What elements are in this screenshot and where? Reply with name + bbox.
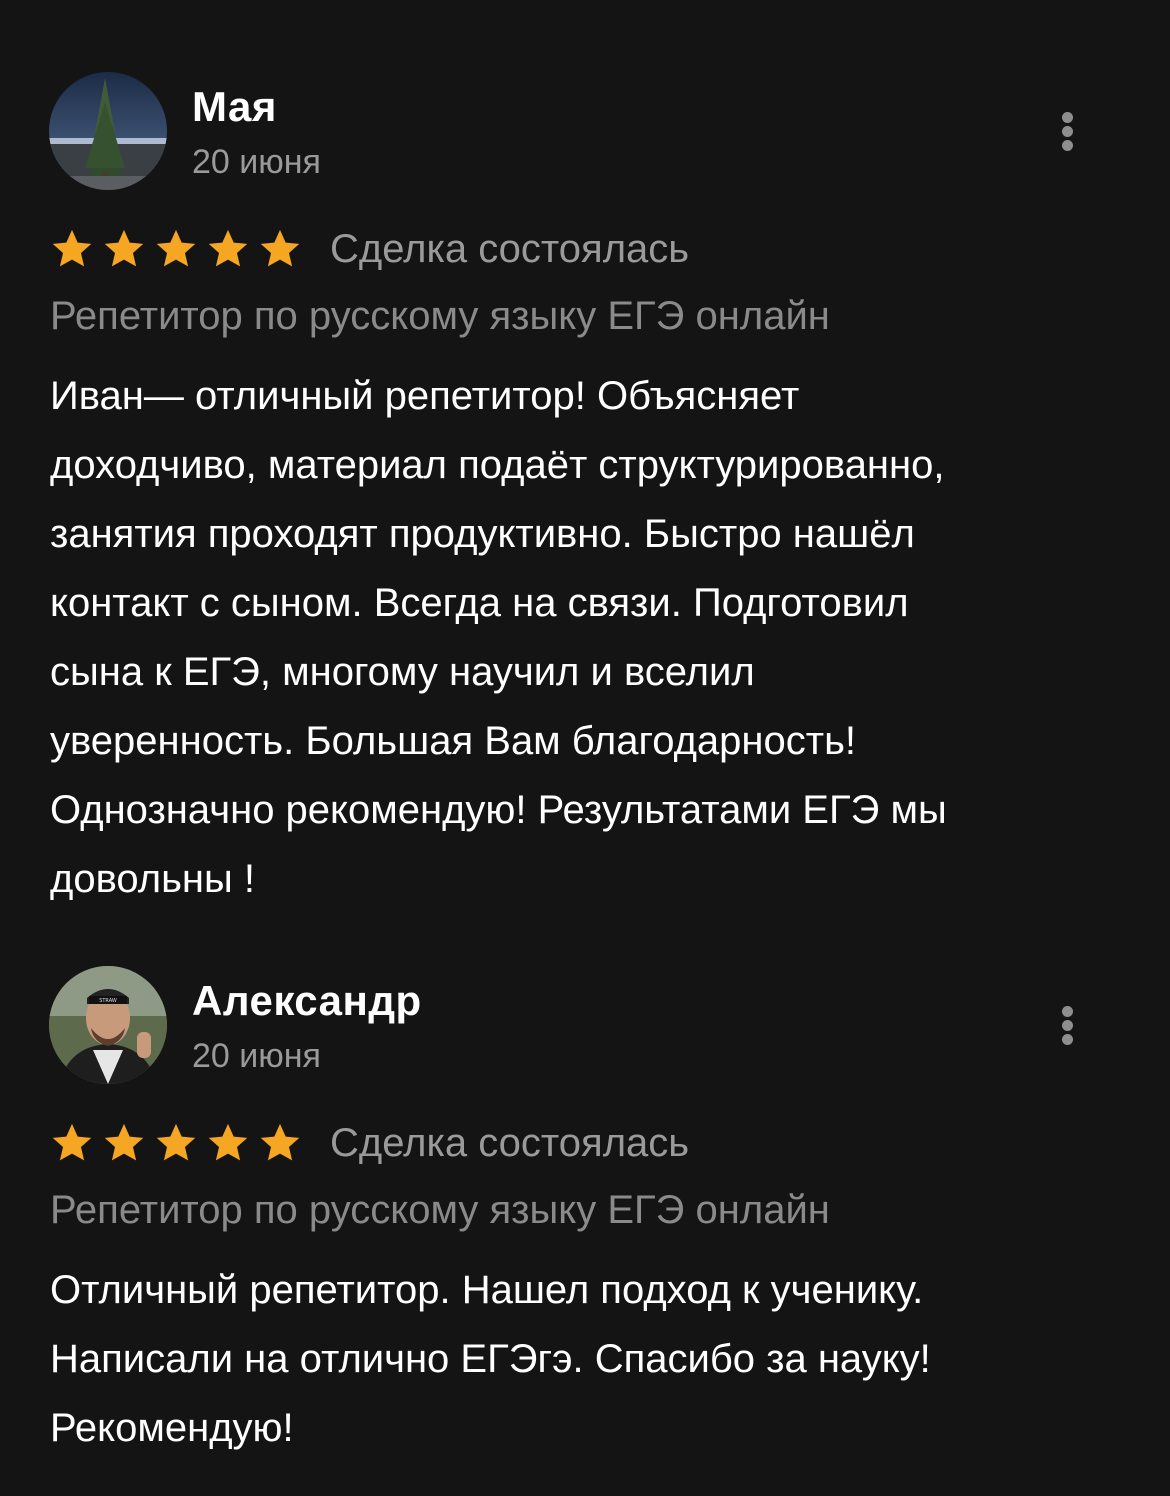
star-icon (52, 1123, 92, 1161)
review-text-line: Однозначно рекомендую! Результатами ЕГЭ … (50, 788, 947, 832)
review-text: Иван— отличный репетитор! Объясняет дохо… (50, 362, 1130, 914)
star-icon (104, 1123, 144, 1161)
review-text-line: занятия проходят продуктивно. Быстро наш… (50, 512, 915, 556)
avatar[interactable] (49, 72, 167, 190)
star-icon (156, 1123, 196, 1161)
avatar-image (49, 72, 167, 190)
review-text-line: сына к ЕГЭ, многому научил и вселил (50, 650, 755, 694)
avatar-image: STRAW (49, 966, 167, 1084)
star-icon (156, 229, 196, 267)
avatar[interactable]: STRAW (49, 966, 167, 1084)
review-text-line: доходчиво, материал подаёт структурирова… (50, 443, 945, 487)
review-text-line: Иван— отличный репетитор! Объясняет (50, 374, 800, 418)
more-options-button[interactable] (1050, 1002, 1086, 1048)
star-icon (260, 1123, 300, 1161)
review-text-line: Написали на отлично ЕГЭгэ. Спасибо за на… (50, 1337, 931, 1381)
star-icon (208, 229, 248, 267)
star-icon (208, 1123, 248, 1161)
review-text-line: Рекомендую! (50, 1406, 294, 1450)
review-card: Мая 20 июня Сделка состоялась Репетитор … (0, 72, 1170, 901)
star-icon (104, 229, 144, 267)
review-card: STRAW Александр 20 июня Сделка состоялас… (0, 966, 1170, 1450)
star-icon (52, 229, 92, 267)
svg-text:STRAW: STRAW (99, 998, 117, 1004)
review-text: Отличный репетитор. Нашел подход к учени… (50, 1256, 1130, 1463)
service-title: Репетитор по русскому языку ЕГЭ онлайн (50, 1188, 830, 1232)
review-text-line: контакт с сыном. Всегда на связи. Подгот… (50, 581, 909, 625)
star-rating (50, 1121, 310, 1165)
author-name[interactable]: Мая (192, 82, 277, 132)
deal-status: Сделка состоялась (330, 227, 690, 271)
review-text-line: уверенность. Большая Вам благодарность! (50, 719, 857, 763)
star-icon (260, 229, 300, 267)
deal-status: Сделка состоялась (330, 1121, 690, 1165)
rating-row: Сделка состоялась (50, 224, 689, 274)
review-text-line: довольны ! (50, 857, 255, 901)
review-date: 20 июня (192, 1037, 321, 1075)
review-header: Мая 20 июня (0, 72, 1170, 192)
review-date: 20 июня (192, 143, 321, 181)
review-header: STRAW Александр 20 июня (0, 966, 1170, 1086)
rating-row: Сделка состоялась (50, 1118, 689, 1168)
author-name[interactable]: Александр (192, 976, 422, 1026)
star-rating (50, 227, 310, 271)
review-text-line: Отличный репетитор. Нашел подход к учени… (50, 1268, 924, 1312)
service-title: Репетитор по русскому языку ЕГЭ онлайн (50, 294, 830, 338)
more-options-button[interactable] (1050, 108, 1086, 154)
